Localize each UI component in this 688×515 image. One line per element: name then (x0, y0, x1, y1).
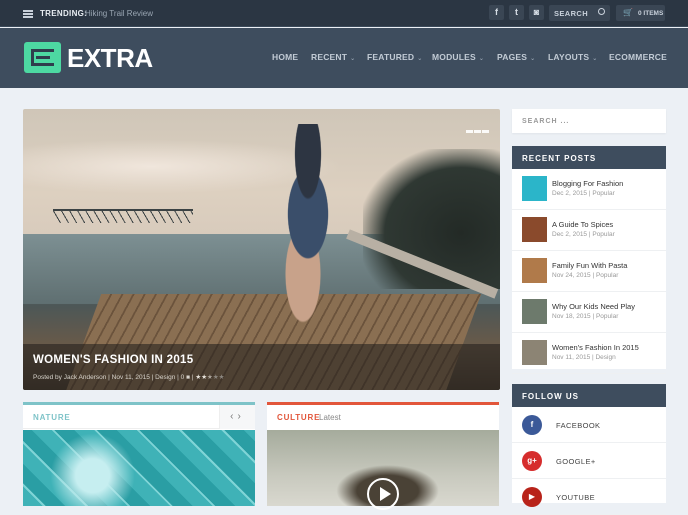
nav-modules[interactable]: MODULES ⌄ (432, 52, 484, 62)
recent-post-item[interactable]: Blogging For Fashion Dec 2, 2015 | Popula… (512, 169, 666, 210)
cart-button[interactable]: 🛒 0 ITEMS (616, 5, 665, 21)
main-header: EXTRA HOME RECENT ⌄ FEATURED ⌄ MODULES ⌄ PA… (0, 28, 688, 88)
top-search-placeholder: SEARCH (554, 9, 589, 18)
recent-post-meta: Dec 2, 2015 | Popular (552, 190, 615, 197)
cart-icon: 🛒 (623, 8, 633, 17)
recent-post-meta: Dec 2, 2015 | Popular (552, 231, 615, 238)
youtube-icon: ▶ (522, 487, 542, 507)
logo-text[interactable]: EXTRA (67, 43, 153, 74)
recent-post-item[interactable]: A Guide To Spices Dec 2, 2015 | Popular (512, 210, 666, 251)
trending-label: TRENDING: (40, 9, 88, 18)
recent-posts-header: RECENT POSTS (512, 146, 666, 169)
recent-post-meta: Nov 18, 2015 | Popular (552, 313, 619, 320)
featured-image-bridge (53, 209, 193, 223)
follow-us-header: FOLLOW US (512, 384, 666, 407)
follow-us-list: f FACEBOOK g+ GOOGLE+ ▶ YOUTUBE (512, 407, 666, 515)
featured-title[interactable]: WOMEN'S FASHION IN 2015 (33, 354, 193, 366)
featured-caption: WOMEN'S FASHION IN 2015 Posted by Jack A… (23, 344, 500, 390)
recent-post-title[interactable]: Family Fun With Pasta (552, 261, 627, 270)
culture-subtitle: Latest (319, 413, 341, 422)
nav-featured[interactable]: FEATURED ⌄ (367, 52, 422, 62)
recent-post-thumbnail[interactable] (522, 217, 547, 242)
nav-pages[interactable]: PAGES ⌄ (497, 52, 535, 62)
google-icon: g+ (522, 451, 542, 471)
nav-label: FEATURED (367, 52, 415, 62)
nature-image[interactable] (23, 430, 255, 506)
comment-icon: ■ (186, 374, 191, 381)
recent-posts-title: RECENT POSTS (522, 154, 597, 163)
nav-label: MODULES (432, 52, 476, 62)
nature-title[interactable]: NATURE (33, 413, 71, 422)
logo-icon[interactable] (24, 42, 61, 73)
star-icon: ★ (207, 374, 213, 381)
nav-ecommerce[interactable]: ECOMMERCE (609, 52, 667, 62)
culture-module: CULTURE Latest (267, 402, 499, 510)
recent-post-thumbnail[interactable] (522, 299, 547, 324)
nav-label: RECENT (311, 52, 348, 62)
featured-meta: Posted by Jack Anderson | Nov 11, 2015 |… (33, 374, 225, 381)
slider-indicator[interactable] (466, 120, 490, 133)
recent-post-item[interactable]: Family Fun With Pasta Nov 24, 2015 | Popu… (512, 251, 666, 292)
top-bar: TRENDING: Hiking Trail Review f t ◙ SEAR… (0, 0, 688, 27)
chevron-right-icon[interactable]: › (238, 411, 245, 422)
rating-stars: ★★★★★ (195, 374, 224, 381)
nav-label: LAYOUTS (548, 52, 590, 62)
chevron-left-icon[interactable]: ‹ (230, 411, 237, 422)
featured-post[interactable]: WOMEN'S FASHION IN 2015 Posted by Jack A… (23, 109, 500, 390)
play-icon[interactable] (367, 478, 399, 510)
twitter-icon[interactable]: t (509, 5, 524, 20)
follow-item-youtube[interactable]: ▶ YOUTUBE (512, 479, 666, 515)
nav-label: ECOMMERCE (609, 52, 667, 62)
menu-icon[interactable] (23, 10, 33, 18)
search-icon[interactable] (598, 8, 605, 15)
recent-post-thumbnail[interactable] (522, 340, 547, 365)
nature-module: NATURE ‹› (23, 402, 255, 506)
chevron-down-icon: ⌄ (478, 56, 485, 62)
recent-post-title[interactable]: A Guide To Spices (552, 220, 613, 229)
follow-item-label: FACEBOOK (556, 421, 601, 430)
cart-label: 0 ITEMS (638, 10, 664, 17)
sidebar-search-placeholder: SEARCH ... (522, 118, 570, 125)
top-search-input[interactable]: SEARCH (549, 5, 610, 21)
recent-post-title[interactable]: Why Our Kids Need Play (552, 302, 635, 311)
follow-item-facebook[interactable]: f FACEBOOK (512, 407, 666, 443)
facebook-icon[interactable]: f (489, 5, 504, 20)
nav-label: HOME (272, 52, 299, 62)
chevron-down-icon: ⌄ (417, 56, 423, 62)
chevron-down-icon: ⌄ (592, 56, 598, 62)
follow-item-google[interactable]: g+ GOOGLE+ (512, 443, 666, 479)
featured-image-figure (258, 124, 358, 324)
culture-image[interactable] (267, 430, 499, 510)
chevron-down-icon: ⌄ (350, 56, 356, 62)
trending-link[interactable]: Hiking Trail Review (85, 9, 153, 18)
nav-home[interactable]: HOME (272, 52, 298, 62)
nav-layouts[interactable]: LAYOUTS ⌄ (548, 52, 597, 62)
instagram-icon[interactable]: ◙ (529, 5, 544, 20)
culture-title[interactable]: CULTURE (277, 413, 320, 422)
follow-item-label: YOUTUBE (556, 493, 596, 502)
recent-post-title[interactable]: Blogging For Fashion (552, 179, 623, 188)
recent-post-thumbnail[interactable] (522, 176, 547, 201)
recent-post-item[interactable]: Why Our Kids Need Play Nov 18, 2015 | Pop… (512, 292, 666, 333)
sidebar-search-input[interactable]: SEARCH ... (512, 109, 666, 133)
recent-posts-list: Blogging For Fashion Dec 2, 2015 | Popula… (512, 169, 666, 374)
nature-nav: ‹› (219, 405, 255, 429)
star-icon: ★ (218, 374, 225, 381)
recent-post-title[interactable]: Women's Fashion In 2015 (552, 343, 639, 352)
follow-us-title: FOLLOW US (522, 392, 579, 401)
nav-recent[interactable]: RECENT ⌄ (311, 52, 355, 62)
featured-meta-text: Posted by Jack Anderson | Nov 11, 2015 |… (33, 374, 185, 381)
nav-label: PAGES (497, 52, 528, 62)
recent-post-meta: Nov 24, 2015 | Popular (552, 272, 619, 279)
follow-item-label: GOOGLE+ (556, 457, 596, 466)
recent-post-thumbnail[interactable] (522, 258, 547, 283)
recent-post-meta: Nov 11, 2015 | Design (552, 354, 616, 361)
facebook-icon: f (522, 415, 542, 435)
chevron-down-icon: ⌄ (530, 56, 536, 62)
recent-post-item[interactable]: Women's Fashion In 2015 Nov 11, 2015 | De… (512, 333, 666, 374)
